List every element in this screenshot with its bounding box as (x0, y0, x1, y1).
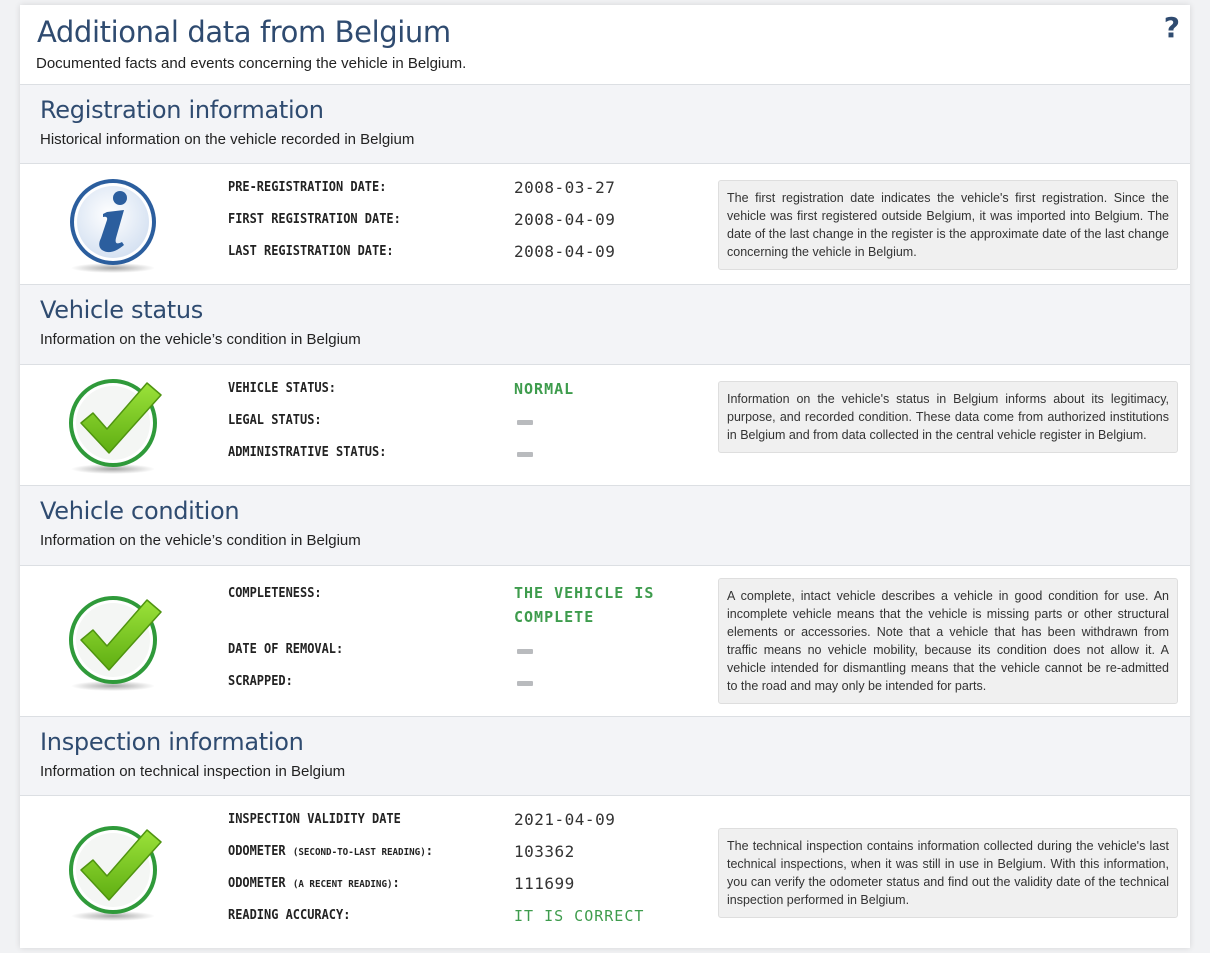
checkmark-icon (67, 824, 163, 924)
legal-status-label: LEGAL STATUS: (228, 413, 322, 428)
inspection-validity-value: 2021-04-09 (514, 810, 616, 829)
page-title: Additional data from Belgium (37, 15, 451, 49)
odometer-recent-label: ODOMETER (A RECENT READING): (228, 876, 400, 891)
odometer-second-to-last-value: 103362 (514, 842, 575, 861)
inspection-body: INSPECTION VALIDITY DATE 2021-04-09 ODOM… (20, 796, 1190, 948)
legal-status-empty-dash (517, 420, 533, 425)
reading-accuracy-label: READING ACCURACY: (228, 908, 351, 923)
completeness-value-line2: COMPLETE (514, 608, 595, 626)
date-of-removal-empty-dash (517, 649, 533, 654)
status-title: Vehicle status (40, 296, 204, 324)
completeness-value-line1: THE VEHICLE IS (514, 584, 655, 602)
status-header: Vehicle status Information on the vehicl… (20, 285, 1190, 365)
pre-registration-value: 2008-03-27 (514, 178, 616, 197)
registration-header: Registration information Historical info… (20, 85, 1190, 164)
administrative-status-label: ADMINISTRATIVE STATUS: (228, 445, 387, 460)
condition-note: A complete, intact vehicle describes a v… (718, 578, 1178, 704)
checkmark-icon (67, 377, 163, 477)
help-icon[interactable]: ? (1164, 11, 1180, 45)
inspection-header: Inspection information Information on te… (20, 717, 1190, 796)
condition-title: Vehicle condition (40, 497, 240, 525)
page-subtitle: Documented facts and events concerning t… (36, 55, 467, 72)
reading-accuracy-value: IT IS CORRECT (514, 907, 645, 925)
status-body: VEHICLE STATUS: NORMAL LEGAL STATUS: ADM… (20, 365, 1190, 486)
status-subtitle: Information on the vehicle’s condition i… (40, 331, 361, 348)
scrapped-empty-dash (517, 681, 533, 686)
condition-header: Vehicle condition Information on the veh… (20, 486, 1190, 566)
registration-note: The first registration date indicates th… (718, 180, 1178, 270)
last-registration-label: LAST REGISTRATION DATE: (228, 244, 394, 259)
completeness-label: COMPLETENESS: (228, 586, 322, 601)
inspection-title: Inspection information (40, 728, 304, 756)
first-registration-value: 2008-04-09 (514, 210, 616, 229)
administrative-status-empty-dash (517, 452, 533, 457)
date-of-removal-label: DATE OF REMOVAL: (228, 642, 344, 657)
condition-subtitle: Information on the vehicle’s condition i… (40, 532, 361, 549)
belgium-data-card: Additional data from Belgium Documented … (20, 5, 1190, 948)
last-registration-value: 2008-04-09 (514, 242, 616, 261)
vehicle-status-value: NORMAL (514, 380, 575, 398)
odometer-second-to-last-label: ODOMETER (SECOND-TO-LAST READING): (228, 844, 433, 859)
status-note: Information on the vehicle's status in B… (718, 381, 1178, 453)
first-registration-label: FIRST REGISTRATION DATE: (228, 212, 401, 227)
info-icon (67, 176, 163, 276)
inspection-validity-label: INSPECTION VALIDITY DATE (228, 812, 401, 827)
inspection-subtitle: Information on technical inspection in B… (40, 763, 346, 780)
inspection-note: The technical inspection contains inform… (718, 828, 1178, 918)
odometer-recent-value: 111699 (514, 874, 575, 893)
pre-registration-label: PRE-REGISTRATION DATE: (228, 180, 387, 195)
registration-body: PRE-REGISTRATION DATE: 2008-03-27 FIRST … (20, 164, 1190, 285)
checkmark-icon (67, 594, 163, 694)
registration-subtitle: Historical information on the vehicle re… (40, 131, 415, 148)
scrapped-label: SCRAPPED: (228, 674, 293, 689)
condition-body: COMPLETENESS: THE VEHICLE IS COMPLETE DA… (20, 566, 1190, 717)
registration-title: Registration information (40, 96, 324, 124)
vehicle-status-label: VEHICLE STATUS: (228, 381, 337, 396)
page-header: Additional data from Belgium Documented … (20, 5, 1190, 85)
